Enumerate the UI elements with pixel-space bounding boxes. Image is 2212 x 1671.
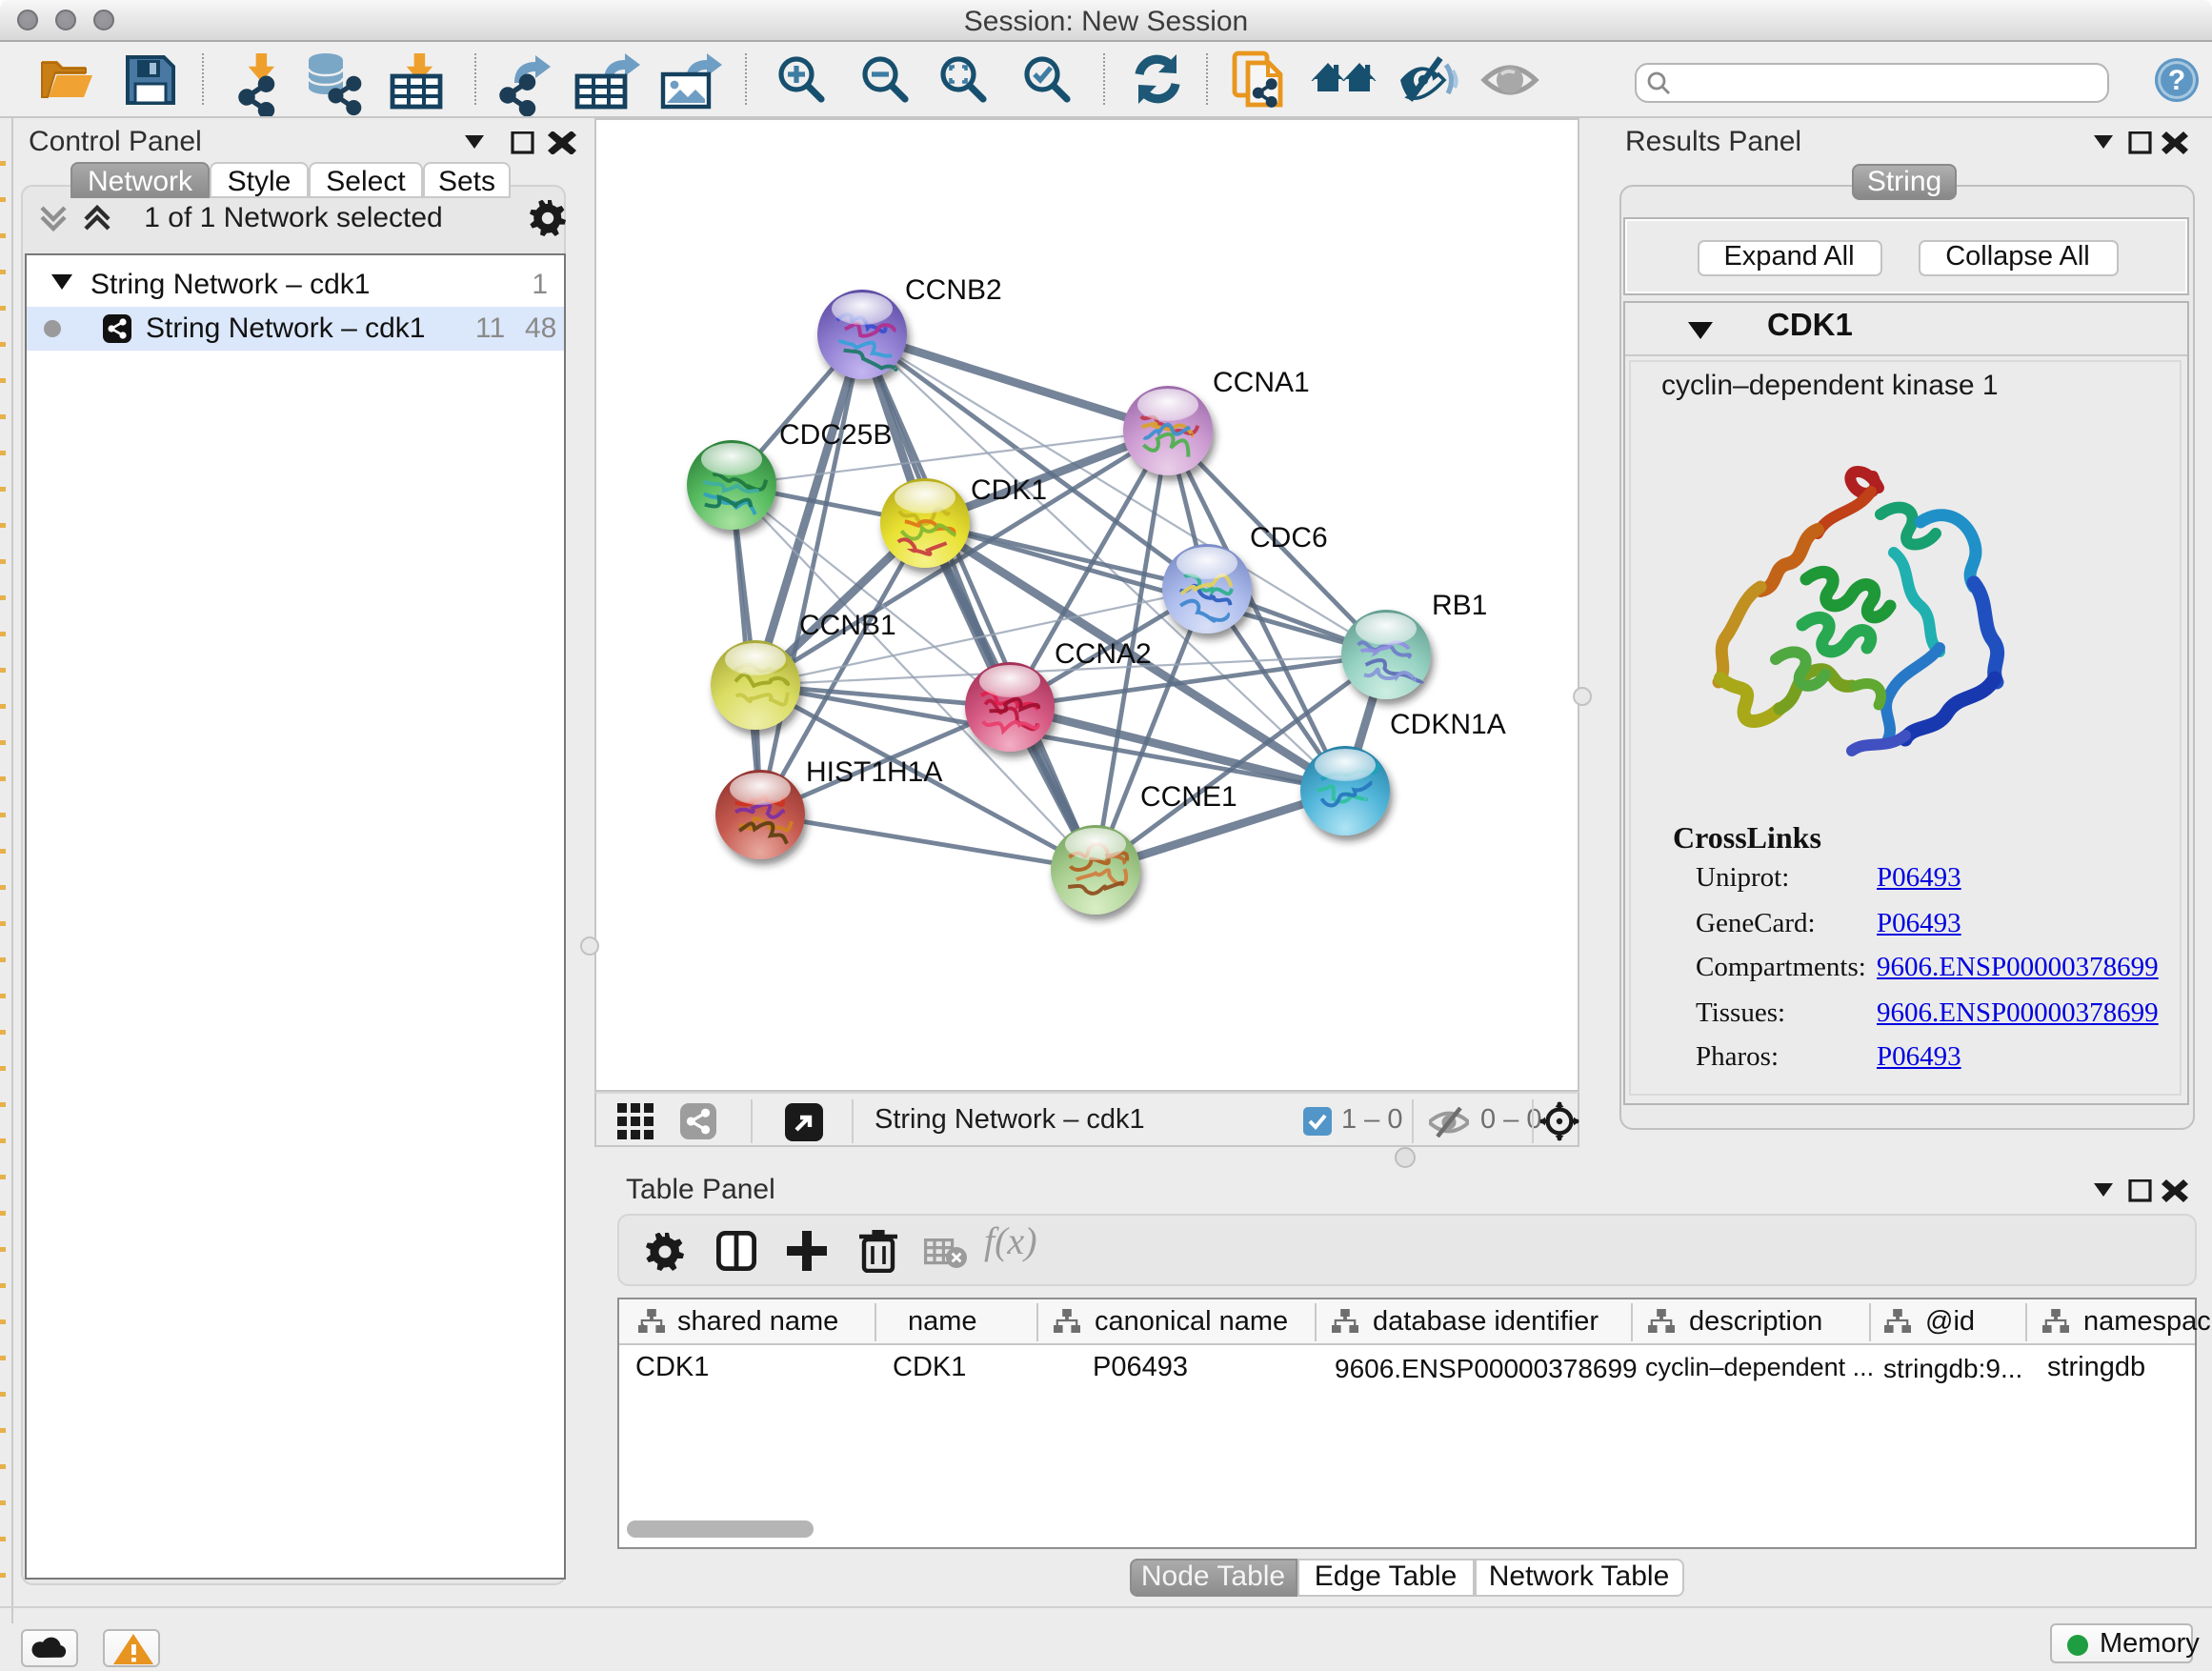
svg-text:RB1: RB1 xyxy=(1432,590,1487,621)
svg-text:CCNB1: CCNB1 xyxy=(799,610,896,641)
svg-text:?: ? xyxy=(2168,65,2185,96)
svg-text:CDC6: CDC6 xyxy=(1250,522,1328,554)
svg-text:CCNE1: CCNE1 xyxy=(1140,781,1237,813)
svg-text:CDC25B: CDC25B xyxy=(779,419,892,451)
svg-text:CCNA1: CCNA1 xyxy=(1213,367,1310,398)
svg-text:CDKN1A: CDKN1A xyxy=(1390,709,1506,740)
svg-text:CCNB2: CCNB2 xyxy=(905,274,1002,306)
svg-text:CCNA2: CCNA2 xyxy=(1055,638,1152,670)
svg-text:CDK1: CDK1 xyxy=(971,474,1047,506)
svg-text:HIST1H1A: HIST1H1A xyxy=(806,756,942,788)
